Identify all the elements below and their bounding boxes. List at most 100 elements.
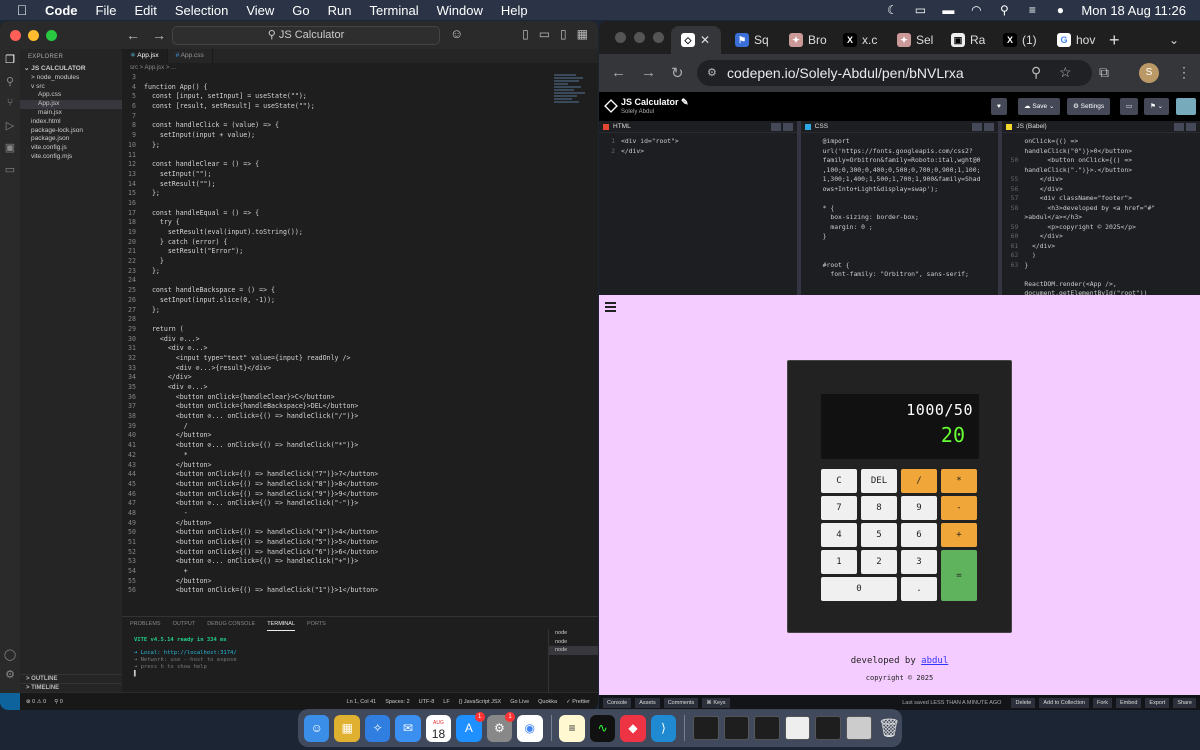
change-view-button[interactable]: ▭ xyxy=(1120,98,1139,115)
status-item[interactable]: Quokka xyxy=(538,699,557,705)
pane-settings-icon[interactable] xyxy=(972,123,983,131)
status-item[interactable]: Spaces: 2 xyxy=(385,699,409,705)
new-tab-button[interactable]: + xyxy=(1109,26,1120,54)
like-button[interactable]: ♥ xyxy=(991,98,1007,115)
mail-icon[interactable]: ✉ xyxy=(395,714,421,742)
back-arrow-icon[interactable]: ← xyxy=(611,64,626,81)
status-item[interactable]: ✓ Prettier xyxy=(566,699,590,705)
zoom-window-button[interactable] xyxy=(653,32,664,43)
terminal-item[interactable]: node xyxy=(549,638,598,647)
calc-key-button[interactable]: C xyxy=(821,469,857,493)
finder-icon[interactable]: ☺ xyxy=(304,714,330,742)
embed-button[interactable]: Embed xyxy=(1115,697,1142,708)
tree-item[interactable]: App.css xyxy=(20,91,122,100)
system-settings-icon[interactable]: ⚙ 1 xyxy=(486,711,516,742)
menu-code[interactable]: Code xyxy=(36,3,87,18)
menu-terminal[interactable]: Terminal xyxy=(361,3,428,18)
tab-sel[interactable]: ✦ Sel xyxy=(897,26,933,54)
menu-file[interactable]: File xyxy=(87,3,126,18)
terminal-item[interactable]: node xyxy=(549,646,598,655)
tab-ra[interactable]: ▣ Ra xyxy=(951,26,985,54)
settings-button[interactable]: ⚙ Settings xyxy=(1067,98,1111,115)
calc-key-button[interactable]: - xyxy=(941,496,977,520)
tab-sq[interactable]: ⚑ Sq xyxy=(735,26,769,54)
minimize-window-button[interactable] xyxy=(28,30,39,41)
user-avatar[interactable] xyxy=(1176,98,1196,115)
trash-icon[interactable]: 🗑 xyxy=(877,715,902,742)
share-button[interactable]: Share xyxy=(1173,697,1196,708)
source-control-icon[interactable]: ⑂ xyxy=(0,97,20,115)
tab-problems[interactable]: PROBLEMS xyxy=(130,617,161,631)
activity-monitor-icon[interactable]: ∿ xyxy=(589,714,616,742)
close-tab-icon[interactable]: ✕ xyxy=(700,33,710,47)
breadcrumb[interactable]: src > App.jsx > ... xyxy=(122,63,598,73)
calc-key-button[interactable]: 1 xyxy=(821,550,857,574)
outline-section[interactable]: > OUTLINE xyxy=(20,674,122,683)
pane-settings-icon[interactable] xyxy=(1174,123,1185,131)
terminal-output[interactable]: VITE v4.5.14 ready in 334 ms ➜ Local: ht… xyxy=(134,637,237,678)
calc-key-button[interactable]: / xyxy=(901,469,937,493)
assets-button[interactable]: Assets xyxy=(635,697,660,708)
back-arrow-icon[interactable]: ← xyxy=(126,27,140,43)
status-ports[interactable]: ⚲ 0 xyxy=(54,699,63,705)
calc-key-button[interactable]: 5 xyxy=(861,523,897,547)
tab-bro[interactable]: ✦ Bro xyxy=(789,26,827,54)
tab-x[interactable]: Xx.c xyxy=(843,26,877,54)
close-window-button[interactable] xyxy=(10,30,21,41)
timeline-section[interactable]: > TIMELINE xyxy=(20,683,122,692)
menu-selection[interactable]: Selection xyxy=(166,3,237,18)
js-pane[interactable]: JS (Babel) onClick={() => handleClick("0"… xyxy=(1002,121,1200,295)
tab-ports[interactable]: PORTS xyxy=(307,617,326,631)
minimized-window-thumbnail[interactable] xyxy=(693,716,719,740)
explorer-icon[interactable]: ❐ xyxy=(0,53,20,71)
menu-edit[interactable]: Edit xyxy=(125,3,165,18)
project-folder[interactable]: ⌄ JS CALCULATOR xyxy=(20,65,122,74)
git-client-icon[interactable]: ◆ xyxy=(620,714,646,742)
site-info-icon[interactable]: ⚙ xyxy=(707,66,717,79)
remote-indicator[interactable] xyxy=(0,692,20,710)
footer-author-link[interactable]: abdul xyxy=(921,656,948,666)
pane-collapse-icon[interactable] xyxy=(1186,123,1197,131)
hamburger-menu-icon[interactable] xyxy=(605,302,616,314)
bookmark-button[interactable]: ⚑ ⌄ xyxy=(1144,98,1170,115)
html-code[interactable]: 1 <div id="root"> 2 </div> xyxy=(599,133,797,156)
calendar-icon[interactable]: AUG 18 xyxy=(425,714,452,742)
media-icon[interactable]: ▭ xyxy=(913,4,927,16)
control-center-icon[interactable]: ≡ xyxy=(1025,4,1039,16)
code-editor[interactable]: 3 4 function App() {5 const [input, setInp… xyxy=(122,73,598,616)
toggle-panel-icon[interactable]: ▭ xyxy=(539,27,550,41)
search-icon[interactable]: ⚲ xyxy=(0,75,20,93)
css-pane[interactable]: CSS @import url('https://fonts.googleapis… xyxy=(800,121,1003,295)
menu-go[interactable]: Go xyxy=(283,3,318,18)
wifi-icon[interactable]: ◠ xyxy=(969,4,983,16)
html-pane[interactable]: HTML 1 <div id="root"> 2 </div> xyxy=(599,121,801,295)
tree-item[interactable]: package-lock.json xyxy=(20,127,122,136)
status-item[interactable]: LF xyxy=(443,699,449,705)
export-button[interactable]: Export xyxy=(1145,697,1170,708)
battery-icon[interactable]: ▬ xyxy=(941,4,955,16)
forward-arrow-icon[interactable]: → xyxy=(152,27,166,43)
status-problems[interactable]: ⊗ 0 ⚠ 0 xyxy=(26,699,46,705)
js-code[interactable]: onClick={() => handleClick("0")}>0</butto… xyxy=(1002,133,1200,295)
tree-item[interactable]: package.json xyxy=(20,135,122,144)
tree-item[interactable]: vite.config.mjs xyxy=(20,153,122,162)
account-icon[interactable]: ◯ xyxy=(0,648,20,666)
minimize-window-button[interactable] xyxy=(634,32,645,43)
tree-item[interactable]: App.jsx xyxy=(20,100,122,109)
chrome-icon[interactable]: ◉ xyxy=(517,714,543,742)
moon-icon[interactable]: ☾ xyxy=(885,4,899,16)
fork-button[interactable]: Fork xyxy=(1092,697,1112,708)
pen-author[interactable]: Solely Abdul xyxy=(621,109,654,115)
tree-item[interactable]: main.jsx xyxy=(20,109,122,118)
keys-button[interactable]: ⌘ Keys xyxy=(702,697,730,708)
notes-icon[interactable]: ≡ xyxy=(559,714,585,742)
tab-output[interactable]: OUTPUT xyxy=(173,617,196,631)
menu-view[interactable]: View xyxy=(237,3,283,18)
calc-key-button[interactable]: 4 xyxy=(821,523,857,547)
run-debug-icon[interactable]: ▷ xyxy=(0,119,20,137)
status-item[interactable]: Ln 1, Col 41 xyxy=(347,699,377,705)
gear-icon[interactable]: ⚙ xyxy=(0,668,20,686)
calc-key-button[interactable]: 6 xyxy=(901,523,937,547)
codepen-logo-icon[interactable] xyxy=(604,99,618,113)
delete-button[interactable]: Delete xyxy=(1011,697,1036,708)
